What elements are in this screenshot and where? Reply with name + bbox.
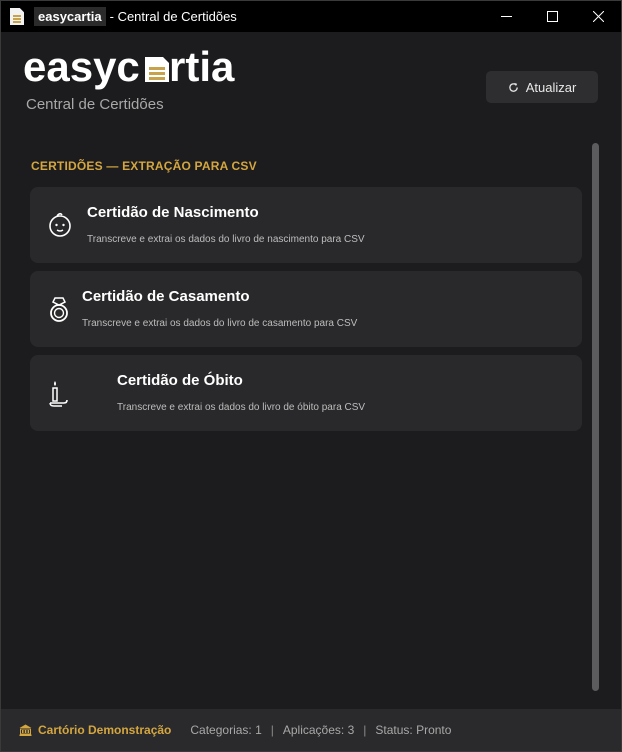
card-title: Certidão de Óbito [117, 372, 243, 389]
status-org: Cartório Demonstração [19, 723, 171, 737]
app-subtitle: Central de Certidões [26, 96, 164, 113]
window-controls [483, 1, 621, 32]
card-casamento[interactable]: Certidão de Casamento Transcreve e extra… [30, 271, 582, 347]
logo-text-left: easyc [23, 48, 140, 90]
title-bar[interactable]: easycartia - Central de Certidões [1, 1, 621, 32]
easycartia-logo: easyc rtia [23, 48, 235, 90]
window-title-app: easycartia [34, 7, 106, 26]
app-document-icon [10, 8, 24, 25]
refresh-label: Atualizar [525, 79, 577, 95]
minimize-button[interactable] [483, 1, 529, 32]
maximize-button[interactable] [529, 1, 575, 32]
status-applications: Aplicações: 3 [282, 723, 355, 737]
status-separator: | [270, 723, 274, 737]
candle-icon [49, 381, 68, 407]
baby-face-icon [49, 212, 71, 237]
refresh-button[interactable]: Atualizar [486, 71, 598, 103]
close-button[interactable] [575, 1, 621, 32]
org-name: Cartório Demonstração [38, 723, 172, 737]
close-icon [592, 11, 604, 22]
card-title: Certidão de Nascimento [87, 204, 259, 221]
vertical-scrollbar[interactable] [592, 143, 599, 691]
logo-document-a-icon [145, 57, 169, 82]
logo-text-right: rtia [169, 48, 235, 90]
status-state: Status: Pronto [375, 723, 452, 737]
ring-icon [50, 297, 68, 322]
maximize-icon [546, 11, 558, 22]
status-categories: Categorias: 1 [190, 723, 262, 737]
bank-building-icon [19, 724, 32, 736]
card-title: Certidão de Casamento [82, 288, 250, 305]
app-window: easycartia - Central de Certidões easyc … [0, 0, 622, 752]
card-description: Transcreve e extrai os dados do livro de… [87, 234, 365, 245]
refresh-icon [508, 82, 518, 92]
card-obito[interactable]: Certidão de Óbito Transcreve e extrai os… [30, 355, 582, 431]
status-separator: | [363, 723, 367, 737]
section-title: CERTIDÕES — EXTRAÇÃO PARA CSV [31, 159, 257, 173]
card-description: Transcreve e extrai os dados do livro de… [82, 318, 358, 329]
window-title: - Central de Certidões [109, 9, 237, 24]
card-nascimento[interactable]: Certidão de Nascimento Transcreve e extr… [30, 187, 582, 263]
card-description: Transcreve e extrai os dados do livro de… [117, 402, 366, 413]
minimize-icon [500, 16, 512, 17]
status-bar: Cartório Demonstração Categorias: 1 | Ap… [1, 709, 621, 751]
